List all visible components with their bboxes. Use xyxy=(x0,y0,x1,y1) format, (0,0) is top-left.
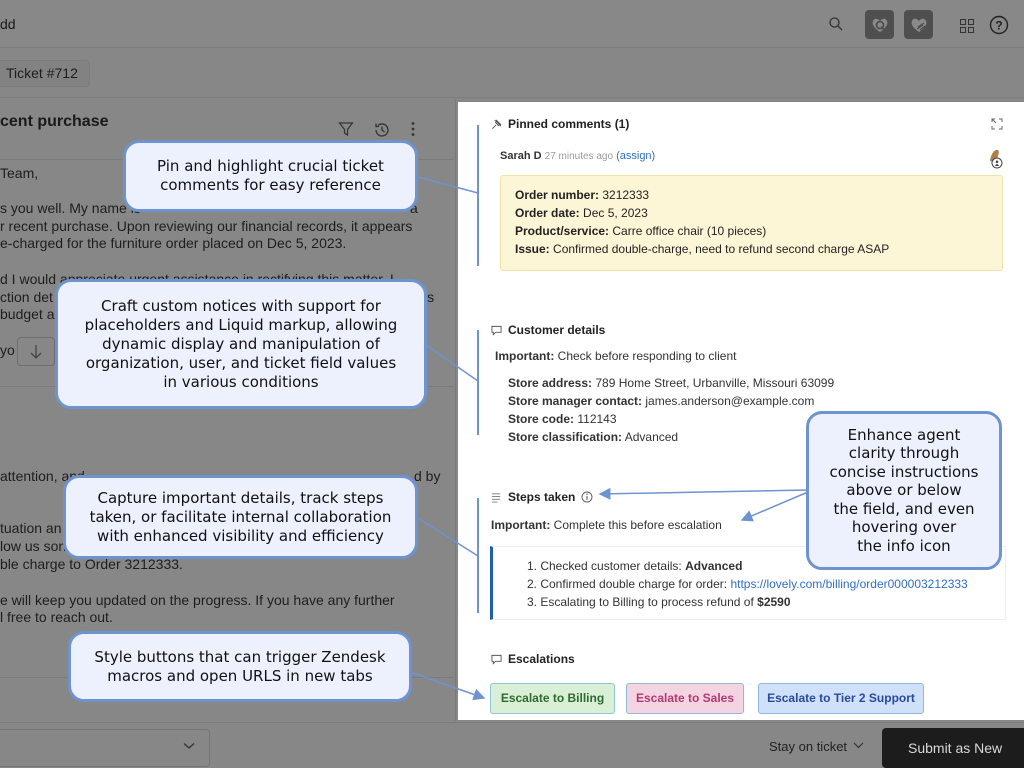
customer-details-header: Customer details xyxy=(491,323,605,337)
brand-app-icon-heart xyxy=(911,18,926,32)
customer-field: Store manager contact: james.anderson@ex… xyxy=(508,394,815,408)
pinned-comments-header: Pinned comments (1) xyxy=(491,117,629,131)
message-line: tuation an xyxy=(0,520,62,536)
ticket-subject: cent purchase xyxy=(0,113,109,130)
apps-grid-icon[interactable] xyxy=(960,19,974,33)
comment-icon xyxy=(491,654,502,665)
search-icon[interactable] xyxy=(828,16,844,32)
callout-agent-clarity: Enhance agent clarity through concise in… xyxy=(806,411,1002,570)
message-line: yo xyxy=(0,342,15,358)
message-line: Team, xyxy=(0,165,39,181)
message-line-tail: d by xyxy=(414,468,441,484)
escalate-to-billing-button[interactable]: Escalate to Billing xyxy=(490,683,615,714)
brand-app-button-q[interactable] xyxy=(865,10,894,39)
submit-button[interactable]: Submit as New xyxy=(882,728,1024,768)
message-line: ction det xyxy=(0,289,53,305)
chevron-down-icon[interactable] xyxy=(853,742,864,749)
stay-on-ticket-dropdown[interactable]: Stay on ticket xyxy=(769,739,847,754)
customer-field: Store classification: Advanced xyxy=(508,430,679,444)
message-line: e-charged for the furniture order placed… xyxy=(0,235,347,251)
note-field: Issue: Confirmed double-charge, need to … xyxy=(515,242,890,256)
customer-field: Store code: 112143 xyxy=(508,412,617,426)
text-lines-icon xyxy=(491,492,501,503)
expand-icon[interactable] xyxy=(991,118,1003,130)
customer-important-notice: Important: Check before responding to cl… xyxy=(495,349,737,363)
comment-author: Sarah D xyxy=(500,150,542,162)
escalate-to-sales-button[interactable]: Escalate to Sales xyxy=(626,683,744,714)
callout-custom-notices: Craft custom notices with support for pl… xyxy=(55,279,427,409)
message-line: low us son xyxy=(0,538,67,554)
message-line: e will keep you updated on the progress.… xyxy=(0,592,395,608)
steps-taken-header: Steps taken xyxy=(491,490,593,504)
tab-bar: Ticket #712 xyxy=(0,49,1024,98)
history-icon[interactable] xyxy=(373,121,391,139)
note-field: Product/service: Carre office chair (10 … xyxy=(515,224,767,238)
step-item: 2. Confirmed double charge for order: ht… xyxy=(527,577,968,591)
escalate-to-tier2-button[interactable]: Escalate to Tier 2 Support xyxy=(758,683,924,714)
steps-taken-title: Steps taken xyxy=(508,490,576,504)
escalations-header: Escalations xyxy=(491,652,575,666)
note-field: Order date: Dec 5, 2023 xyxy=(515,206,648,220)
assign-link[interactable]: (assign) xyxy=(616,150,655,162)
comment-meta: Sarah D 27 minutes ago (assign) xyxy=(500,150,655,162)
chevron-down-icon xyxy=(183,743,195,749)
callout-pinned-comments: Pin and highlight crucial ticket comment… xyxy=(123,140,418,212)
arrow-down-icon xyxy=(30,344,42,359)
brand-app-button-heart[interactable] xyxy=(904,10,933,39)
callout-style-buttons: Style buttons that can trigger Zendesk m… xyxy=(68,631,412,702)
pin-icon xyxy=(492,119,502,129)
message-line: r recent purchase. Upon reviewing our fi… xyxy=(0,218,413,234)
avatar xyxy=(990,149,1003,169)
message-line: l free to reach out. xyxy=(0,609,113,625)
customer-details-title: Customer details xyxy=(508,323,606,337)
message-line: s you well. My name is xyxy=(0,200,141,216)
brand-app-icon-q xyxy=(872,18,887,32)
svg-text:?: ? xyxy=(995,19,1002,33)
macro-select[interactable] xyxy=(0,729,210,767)
tab-ticket[interactable]: Ticket #712 xyxy=(0,60,90,87)
message-line: budget a xyxy=(0,306,55,322)
step-item: 3. Escalating to Billing to process refu… xyxy=(527,595,791,609)
billing-order-link[interactable]: https://lovely.com/billing/order00000321… xyxy=(730,577,967,591)
more-options-icon[interactable] xyxy=(410,121,416,137)
pinned-comment-note: Order number: 3212333 Order date: Dec 5,… xyxy=(500,175,1003,271)
bottom-bar: Stay on ticket Submit as New xyxy=(0,722,1024,768)
comment-icon xyxy=(491,325,502,336)
callout-capture-details: Capture important details, track steps t… xyxy=(63,475,418,559)
steps-important-notice: Important: Complete this before escalati… xyxy=(491,518,722,532)
top-bar: dd ? xyxy=(0,0,1024,48)
note-field: Order number: 3212333 xyxy=(515,188,650,202)
escalations-title: Escalations xyxy=(508,652,575,666)
pinned-comments-title: Pinned comments (1) xyxy=(508,117,630,131)
customer-field: Store address: 789 Home Street, Urbanvil… xyxy=(508,376,835,390)
jump-to-latest-button[interactable] xyxy=(17,337,55,366)
info-icon[interactable] xyxy=(581,491,593,503)
help-icon[interactable]: ? xyxy=(989,15,1009,35)
filter-icon[interactable] xyxy=(338,121,354,137)
comment-time: 27 minutes ago xyxy=(544,151,614,162)
workspace-title: dd xyxy=(0,16,16,32)
